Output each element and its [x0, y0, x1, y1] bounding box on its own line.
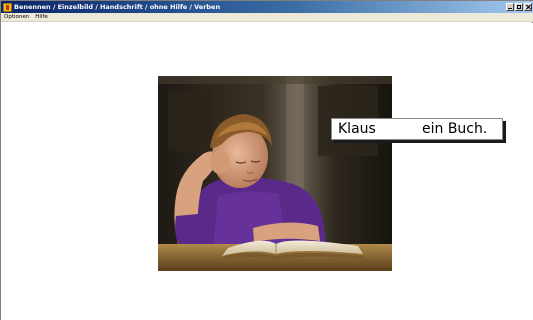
menu-optionen[interactable]: Optionen: [4, 14, 29, 20]
title-bar[interactable]: Benennen / Einzelbild / Handschrift / oh…: [1, 1, 533, 13]
boy-reading-book-image: [158, 76, 392, 271]
app-icon[interactable]: [3, 2, 12, 12]
maximize-icon: [517, 5, 521, 9]
exercise-photo: [158, 76, 392, 271]
close-icon: [526, 5, 530, 9]
sentence-subject: Klaus: [338, 121, 376, 137]
close-button[interactable]: [524, 3, 532, 11]
window-title: Benennen / Einzelbild / Handschrift / oh…: [14, 3, 221, 11]
app-window: Benennen / Einzelbild / Handschrift / oh…: [0, 0, 533, 320]
menu-bar: Optionen Hilfe: [1, 13, 533, 22]
minimize-button[interactable]: [506, 3, 514, 11]
sentence-prompt: Klaus ein Buch.: [331, 118, 503, 140]
window-controls: [506, 3, 532, 11]
maximize-button[interactable]: [515, 3, 523, 11]
minimize-icon: [508, 5, 512, 9]
menu-hilfe[interactable]: Hilfe: [35, 14, 48, 20]
sentence-object: ein Buch.: [422, 121, 488, 137]
